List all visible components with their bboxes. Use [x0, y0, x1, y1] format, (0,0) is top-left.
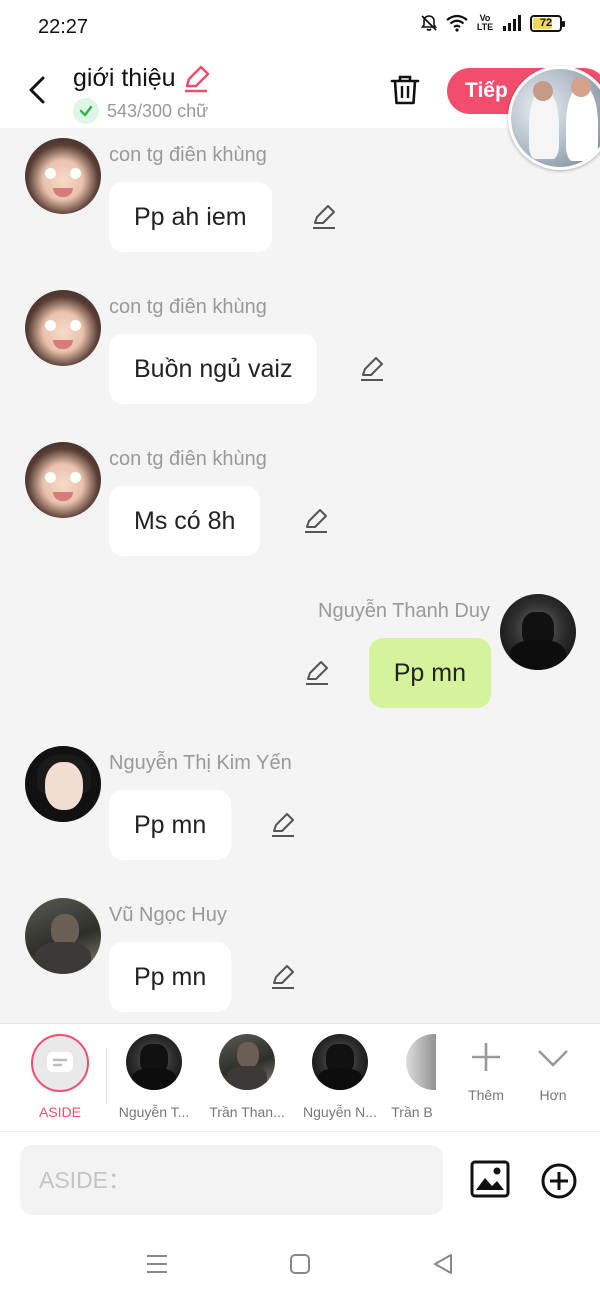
back-triangle-icon[interactable] [428, 1249, 458, 1279]
more-label: Thêm [468, 1087, 504, 1103]
expand-button[interactable]: Hơn [523, 1040, 583, 1103]
edit-icon[interactable] [357, 354, 387, 384]
avatar[interactable] [25, 898, 101, 974]
avatar [312, 1034, 368, 1090]
avatar[interactable] [25, 442, 101, 518]
battery-indicator: 72 [530, 14, 565, 32]
add-participant-button[interactable]: Thêm [456, 1040, 516, 1103]
sender-name: con tg điên khùng [109, 144, 267, 166]
avatar [126, 1034, 182, 1090]
message-bubble[interactable]: Ms có 8h [109, 486, 261, 556]
participant-name: Trần B [391, 1104, 433, 1120]
word-count: 543/300 chữ [107, 100, 209, 121]
expand-label: Hơn [539, 1087, 567, 1103]
chevron-down-icon [538, 1050, 568, 1067]
sender-name: con tg điên khùng [109, 448, 267, 470]
image-icon [470, 1160, 510, 1198]
participant-name: Nguyễn T... [118, 1104, 190, 1120]
aside-icon [31, 1034, 89, 1092]
sender-name: Nguyễn Thanh Duy [318, 600, 490, 622]
avatar [219, 1034, 275, 1090]
plus-icon [472, 1043, 500, 1071]
sender-name: con tg điên khùng [109, 296, 267, 318]
battery-level: 72 [539, 17, 553, 29]
edit-icon[interactable] [268, 810, 298, 840]
participants-bar: ASIDE Nguyễn T... Trần Than... Nguyễn N.… [0, 1023, 600, 1131]
message-input[interactable] [20, 1145, 443, 1215]
volte-indicator: Vo LTE [476, 13, 494, 32]
home-square-icon[interactable] [285, 1249, 315, 1279]
menu-icon[interactable] [142, 1249, 172, 1279]
edit-icon[interactable] [309, 202, 339, 232]
title-group[interactable]: giới thiệu [73, 64, 210, 93]
participant-item[interactable]: Trần Than... [202, 1034, 292, 1120]
participant-name: Nguyễn N... [303, 1104, 377, 1120]
wifi-icon [446, 14, 468, 32]
chat-list[interactable]: con tg điên khùng Pp ah iem con tg điên … [0, 128, 600, 1023]
avatar[interactable] [25, 290, 101, 366]
add-button[interactable] [540, 1162, 578, 1200]
message-bubble[interactable]: Buồn ngủ vaiz [109, 334, 318, 404]
trash-icon [390, 75, 420, 105]
edit-icon[interactable] [302, 658, 332, 688]
check-icon [73, 98, 99, 124]
message-bubble[interactable]: Pp mn [368, 638, 491, 708]
participant-name: Trần Than... [209, 1104, 285, 1120]
participant-item[interactable]: Nguyễn T... [109, 1034, 199, 1120]
image-button[interactable] [470, 1160, 512, 1200]
participant-item[interactable]: Nguyễn N... [295, 1034, 385, 1120]
avatar [406, 1034, 436, 1090]
signal-icon [503, 15, 521, 31]
add-circle-icon [541, 1163, 577, 1199]
edit-icon[interactable] [268, 962, 298, 992]
message-bubble[interactable]: Pp ah iem [109, 182, 272, 252]
sender-name: Vũ Ngọc Huy [109, 904, 227, 926]
avatar[interactable] [25, 746, 101, 822]
aside-label: ASIDE [38, 1104, 81, 1120]
page-title: giới thiệu [73, 64, 176, 92]
message-bubble[interactable]: Pp mn [109, 942, 232, 1012]
participant-item[interactable]: Trần B [388, 1034, 436, 1120]
divider [106, 1048, 107, 1104]
delete-button[interactable] [388, 72, 422, 108]
sender-name: Nguyễn Thị Kim Yến [109, 752, 292, 774]
input-area [0, 1131, 600, 1231]
message-input-box[interactable] [20, 1145, 443, 1215]
status-bar: 22:27 Vo LTE 72 [0, 0, 600, 52]
avatar[interactable] [25, 138, 101, 214]
avatar[interactable] [500, 594, 576, 670]
status-icons: Vo LTE 72 [420, 13, 565, 32]
bell-off-icon [420, 15, 438, 31]
message-bubble[interactable]: Pp mn [109, 790, 232, 860]
status-time: 22:27 [38, 16, 89, 38]
aside-button[interactable]: ASIDE [15, 1034, 105, 1120]
back-arrow-icon [29, 76, 45, 104]
pencil-icon[interactable] [182, 65, 210, 93]
edit-icon[interactable] [301, 506, 331, 536]
back-button[interactable] [22, 72, 52, 108]
word-count-row: 543/300 chữ [73, 98, 208, 124]
system-nav-bar [0, 1231, 600, 1300]
